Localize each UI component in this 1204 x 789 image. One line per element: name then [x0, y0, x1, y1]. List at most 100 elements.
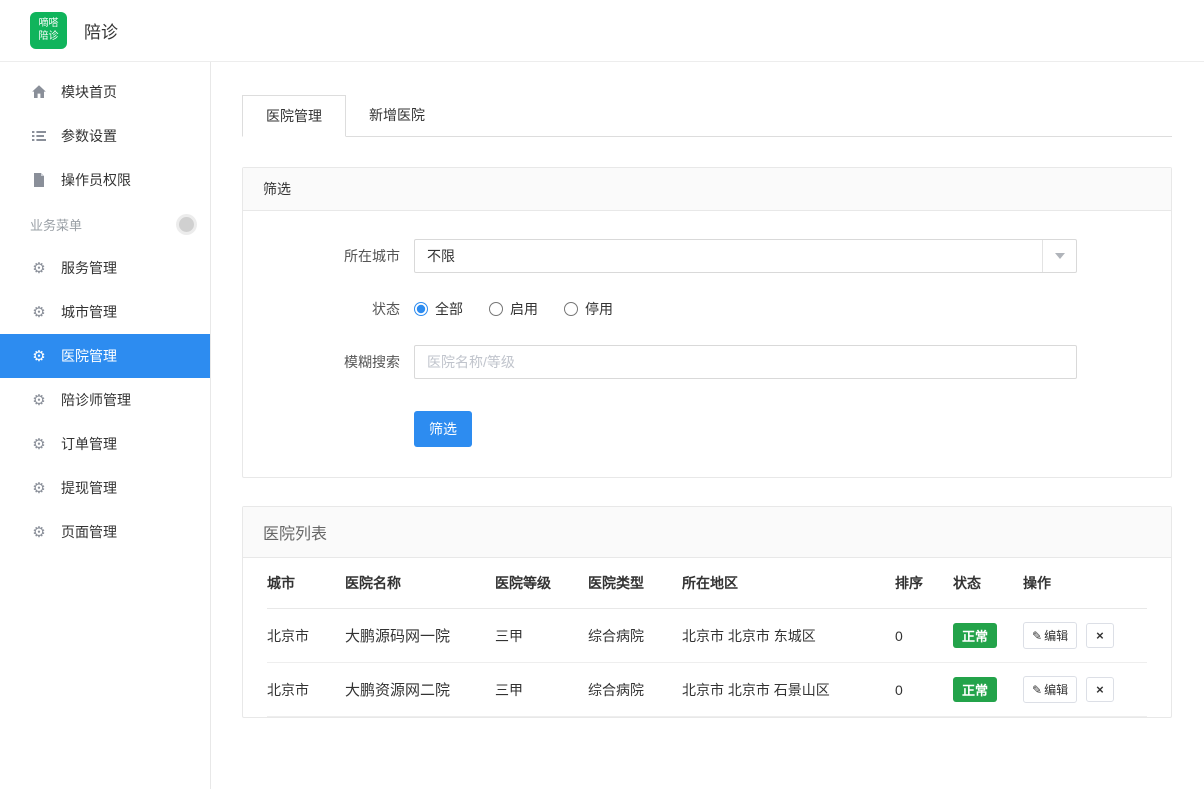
sidebar-item-module-home[interactable]: 模块首页	[0, 70, 210, 114]
radio-enabled-label: 启用	[510, 299, 538, 319]
document-icon	[30, 172, 48, 188]
app-logo[interactable]: 嘀嗒 陪诊	[30, 12, 67, 49]
sidebar-item-label: 城市管理	[61, 302, 117, 322]
sidebar-item-label: 陪诊师管理	[61, 390, 131, 410]
column-header-city: 城市	[267, 558, 337, 609]
sidebar-item-order-management[interactable]: ⚙ 订单管理	[0, 422, 210, 466]
tab-hospital-management[interactable]: 医院管理	[242, 95, 346, 137]
column-header-area: 所在地区	[674, 558, 887, 609]
sidebar-section-business-menu: 业务菜单	[0, 202, 210, 246]
close-icon: ×	[1096, 628, 1104, 643]
cell-grade: 三甲	[487, 609, 580, 663]
column-header-sort: 排序	[887, 558, 945, 609]
edit-button[interactable]: ✎编辑	[1023, 676, 1077, 703]
cell-type: 综合病院	[580, 609, 674, 663]
filter-form: 所在城市 不限 状态 全部 启用	[243, 211, 1171, 477]
sidebar: 模块首页 参数设置 操作员权限 业务菜单 ⚙ 服务管理 ⚙ 城市管理	[0, 62, 211, 789]
page-title: 陪诊	[84, 18, 118, 43]
radio-disabled-label: 停用	[585, 299, 613, 319]
sidebar-item-city-management[interactable]: ⚙ 城市管理	[0, 290, 210, 334]
search-input[interactable]	[414, 345, 1077, 379]
column-header-type: 医院类型	[580, 558, 674, 609]
tab-bar: 医院管理 新增医院	[242, 95, 1172, 137]
delete-button[interactable]: ×	[1086, 677, 1114, 702]
search-label: 模糊搜索	[243, 352, 400, 372]
cell-type: 综合病院	[580, 663, 674, 717]
status-radio-enabled[interactable]: 启用	[489, 299, 538, 319]
cell-area: 北京市 北京市 东城区	[674, 609, 887, 663]
table-header-row: 城市 医院名称 医院等级 医院类型 所在地区 排序 状态 操作	[267, 558, 1147, 609]
filter-submit-button[interactable]: 筛选	[414, 411, 472, 447]
pencil-icon: ✎	[1032, 683, 1042, 697]
cell-sort: 0	[887, 663, 945, 717]
edit-button-label: 编辑	[1044, 681, 1068, 698]
sidebar-item-parameter-settings[interactable]: 参数设置	[0, 114, 210, 158]
city-label: 所在城市	[243, 246, 400, 266]
sidebar-item-operator-permissions[interactable]: 操作员权限	[0, 158, 210, 202]
filter-panel-title: 筛选	[243, 168, 1171, 211]
status-badge: 正常	[953, 623, 997, 648]
city-select-value: 不限	[427, 246, 455, 266]
sidebar-item-service-management[interactable]: ⚙ 服务管理	[0, 246, 210, 290]
cell-grade: 三甲	[487, 663, 580, 717]
cell-hospital-name: 大鹏源码网一院	[337, 609, 487, 663]
section-label: 业务菜单	[30, 215, 82, 234]
list-icon	[30, 128, 48, 144]
submit-row: 筛选	[243, 411, 1171, 447]
hospital-table: 城市 医院名称 医院等级 医院类型 所在地区 排序 状态 操作 北京市 大鹏源码…	[267, 558, 1147, 717]
city-select[interactable]: 不限	[414, 239, 1077, 273]
hospital-list-title: 医院列表	[243, 507, 1171, 558]
section-toggle-icon[interactable]	[179, 217, 194, 232]
column-header-status: 状态	[945, 558, 1015, 609]
edit-button-label: 编辑	[1044, 627, 1068, 644]
sidebar-item-hospital-management[interactable]: ⚙ 医院管理	[0, 334, 210, 378]
chevron-down-icon[interactable]	[1042, 240, 1076, 272]
column-header-name: 医院名称	[337, 558, 487, 609]
status-radio-group: 全部 启用 停用	[414, 299, 639, 319]
status-badge: 正常	[953, 677, 997, 702]
table-row: 北京市 大鹏资源网二院 三甲 综合病院 北京市 北京市 石景山区 0 正常 ✎编…	[267, 663, 1147, 717]
sidebar-item-label: 参数设置	[61, 126, 117, 146]
main-content: 医院管理 新增医院 筛选 所在城市 不限 状态 全部	[212, 62, 1204, 789]
sidebar-item-label: 模块首页	[61, 82, 117, 102]
cell-city: 北京市	[267, 663, 337, 717]
sidebar-item-page-management[interactable]: ⚙ 页面管理	[0, 510, 210, 554]
radio-enabled-input[interactable]	[489, 302, 503, 316]
sidebar-item-label: 提现管理	[61, 478, 117, 498]
gear-icon: ⚙	[30, 479, 48, 497]
radio-disabled-input[interactable]	[564, 302, 578, 316]
status-row: 状态 全部 启用 停用	[243, 299, 1171, 319]
delete-button[interactable]: ×	[1086, 623, 1114, 648]
logo-text-line2: 陪诊	[39, 31, 59, 44]
sidebar-item-escort-management[interactable]: ⚙ 陪诊师管理	[0, 378, 210, 422]
table-row: 北京市 大鹏源码网一院 三甲 综合病院 北京市 北京市 东城区 0 正常 ✎编辑…	[267, 609, 1147, 663]
column-header-grade: 医院等级	[487, 558, 580, 609]
close-icon: ×	[1096, 682, 1104, 697]
app-header: 嘀嗒 陪诊 陪诊	[0, 0, 1204, 62]
filter-panel: 筛选 所在城市 不限 状态 全部 启用	[242, 167, 1172, 478]
cell-hospital-name: 大鹏资源网二院	[337, 663, 487, 717]
radio-all-input[interactable]	[414, 302, 428, 316]
sidebar-item-label: 操作员权限	[61, 170, 131, 190]
cell-city: 北京市	[267, 609, 337, 663]
city-row: 所在城市 不限	[243, 239, 1171, 273]
sidebar-item-label: 服务管理	[61, 258, 117, 278]
tab-add-hospital[interactable]: 新增医院	[346, 95, 448, 136]
gear-icon: ⚙	[30, 435, 48, 453]
status-label: 状态	[243, 299, 400, 319]
cell-area: 北京市 北京市 石景山区	[674, 663, 887, 717]
gear-icon: ⚙	[30, 303, 48, 321]
gear-icon: ⚙	[30, 391, 48, 409]
hospital-list-panel: 医院列表 城市 医院名称 医院等级 医院类型 所在地区 排序 状态 操作	[242, 506, 1172, 718]
home-icon	[30, 84, 48, 100]
edit-button[interactable]: ✎编辑	[1023, 622, 1077, 649]
status-radio-all[interactable]: 全部	[414, 299, 463, 319]
search-row: 模糊搜索	[243, 345, 1171, 379]
gear-icon: ⚙	[30, 523, 48, 541]
logo-text-line1: 嘀嗒	[39, 18, 59, 31]
radio-all-label: 全部	[435, 299, 463, 319]
sidebar-item-label: 页面管理	[61, 522, 117, 542]
gear-icon: ⚙	[30, 347, 48, 365]
status-radio-disabled[interactable]: 停用	[564, 299, 613, 319]
sidebar-item-withdrawal-management[interactable]: ⚙ 提现管理	[0, 466, 210, 510]
